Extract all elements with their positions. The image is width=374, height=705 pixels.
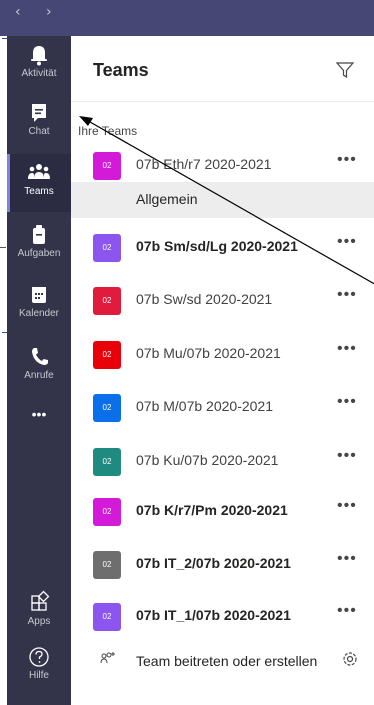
team-name: 07b K/r7/Pm 2020-2021 [136,502,288,518]
teams-icon [28,164,50,179]
rail-label: Apps [27,616,51,627]
annotation-tick [0,247,6,248]
help-icon [29,647,49,667]
rail-item-apps[interactable]: Apps [7,584,71,642]
channel-row-general[interactable]: Allgemein [71,182,374,218]
more-options-icon[interactable]: ••• [337,497,357,515]
team-name: 07b Sm/sd/Lg 2020-2021 [136,238,298,254]
app-rail: Aktivität Chat Teams Aufgaben Kalender A… [7,36,71,705]
phone-icon [32,348,48,365]
panel-header: Teams [71,36,374,102]
rail-label: Aktivität [21,68,57,79]
team-avatar: 02 [93,234,121,262]
settings-icon[interactable] [341,650,359,668]
rail-item-assignments[interactable]: Aufgaben [7,216,71,274]
team-row[interactable]: 02 07b IT_1/07b 2020-2021 ••• [71,598,374,634]
team-name: 07b Mu/07b 2020-2021 [136,345,281,361]
team-avatar: 02 [93,394,121,422]
rail-item-activity[interactable]: Aktivität [7,36,71,94]
calendar-icon [32,287,46,303]
bell-icon [31,46,47,66]
more-options-icon[interactable]: ••• [337,151,357,169]
team-avatar: 02 [93,498,121,526]
more-options-icon[interactable]: ••• [337,447,357,465]
rail-label: Aufgaben [17,248,61,259]
team-row[interactable]: 02 07b M/07b 2020-2021 ••• [71,389,374,425]
rail-label: Anrufe [24,370,54,381]
team-avatar: 02 [93,448,121,476]
more-options-icon[interactable]: ••• [337,233,357,251]
more-options-icon[interactable]: ••• [337,602,357,620]
team-row[interactable]: 02 07b Eth/r7 2020-2021 ••• [71,147,374,183]
footer-bar: Team beitreten oder erstellen [71,636,374,705]
team-name: 07b Eth/r7 2020-2021 [136,156,272,172]
team-avatar: 02 [93,551,121,579]
rail-item-calls[interactable]: Anrufe [7,338,71,396]
rail-item-chat[interactable]: Chat [7,94,71,152]
team-name: 07b Sw/sd 2020-2021 [136,291,273,307]
more-icon: ••• [31,406,47,422]
rail-item-calendar[interactable]: Kalender [7,276,71,334]
team-avatar: 02 [93,152,121,180]
section-label: Ihre Teams [78,124,138,138]
filter-icon[interactable] [335,60,355,80]
team-row[interactable]: 02 07b Sw/sd 2020-2021 ••• [71,282,374,318]
assignments-icon [33,225,45,244]
channel-name: Allgemein [136,191,198,207]
team-avatar: 02 [93,603,121,631]
team-name: 07b IT_1/07b 2020-2021 [136,607,291,623]
join-team-icon[interactable] [98,650,118,668]
more-options-icon[interactable]: ••• [337,286,357,304]
join-or-create-team-link[interactable]: Team beitreten oder erstellen [136,653,317,669]
rail-item-teams[interactable]: Teams [7,154,71,212]
team-avatar: 02 [93,287,121,315]
team-row[interactable]: 02 07b K/r7/Pm 2020-2021 ••• [71,493,374,529]
rail-label: Hilfe [28,670,49,681]
team-avatar: 02 [93,341,121,369]
team-row[interactable]: 02 07b Ku/07b 2020-2021 ••• [71,443,374,479]
forward-button[interactable]: › [46,5,52,19]
chat-icon [32,104,46,122]
back-button[interactable]: ‹ [15,5,21,19]
team-row[interactable]: 02 07b Sm/sd/Lg 2020-2021 ••• [71,229,374,265]
team-row[interactable]: 02 07b IT_2/07b 2020-2021 ••• [71,546,374,582]
more-options-icon[interactable]: ••• [337,550,357,568]
rail-label: Teams [24,186,54,197]
rail-item-help[interactable]: Hilfe [7,638,71,696]
apps-icon [31,590,50,611]
rail-more-button[interactable]: ••• [7,398,71,432]
team-name: 07b IT_2/07b 2020-2021 [136,555,291,571]
page-title: Teams [93,60,149,80]
rail-label: Chat [28,126,50,137]
rail-label: Kalender [18,308,60,319]
team-row[interactable]: 02 07b Mu/07b 2020-2021 ••• [71,336,374,372]
title-bar: ‹ › [0,0,374,36]
more-options-icon[interactable]: ••• [337,393,357,411]
more-options-icon[interactable]: ••• [337,340,357,358]
team-name: 07b M/07b 2020-2021 [136,398,273,414]
team-name: 07b Ku/07b 2020-2021 [136,452,279,468]
